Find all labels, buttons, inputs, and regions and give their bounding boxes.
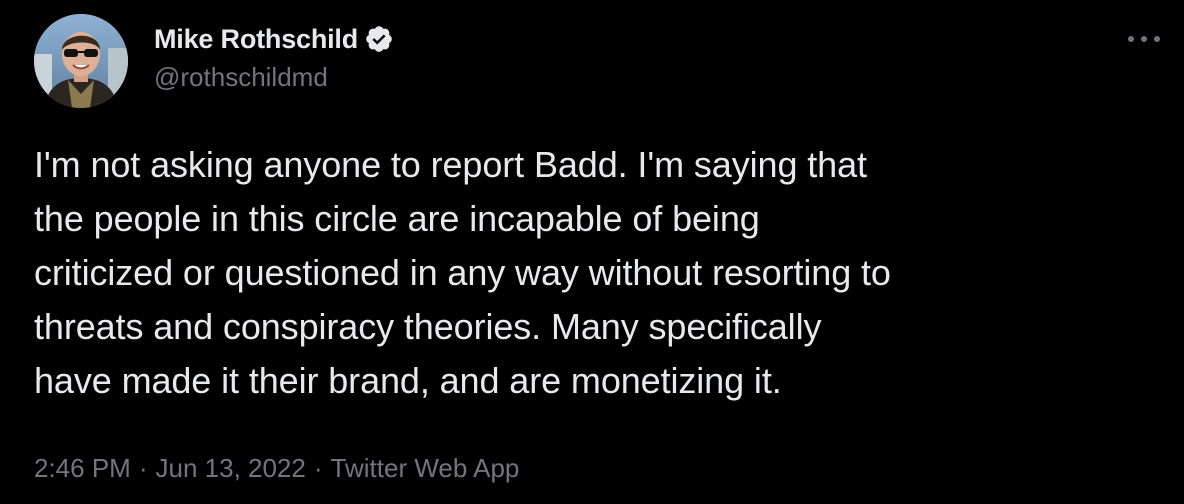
name-row: Mike Rothschild	[154, 20, 394, 58]
display-name[interactable]: Mike Rothschild	[154, 24, 358, 55]
tweet-text: I'm not asking anyone to report Badd. I'…	[34, 144, 891, 401]
meta-separator: ·	[138, 453, 148, 483]
more-options-button[interactable]	[1122, 26, 1166, 52]
tweet-meta: 2:46 PM · Jun 13, 2022 · Twitter Web App	[34, 453, 519, 484]
tweet-time-link[interactable]: 2:46 PM	[34, 453, 131, 484]
tweet-source-link[interactable]: Twitter Web App	[331, 453, 520, 484]
tweet-card: Mike Rothschild @rothschildmd I'm not as…	[0, 0, 1184, 504]
verified-badge-icon	[364, 24, 394, 54]
profile-photo-icon	[34, 14, 128, 108]
more-options-icon	[1128, 36, 1160, 42]
tweet-date-link[interactable]: Jun 13, 2022	[156, 453, 306, 484]
user-handle[interactable]: @rothschildmd	[154, 62, 394, 93]
author-block: Mike Rothschild @rothschildmd	[154, 20, 394, 93]
avatar[interactable]	[34, 14, 128, 108]
meta-separator: ·	[313, 453, 323, 483]
